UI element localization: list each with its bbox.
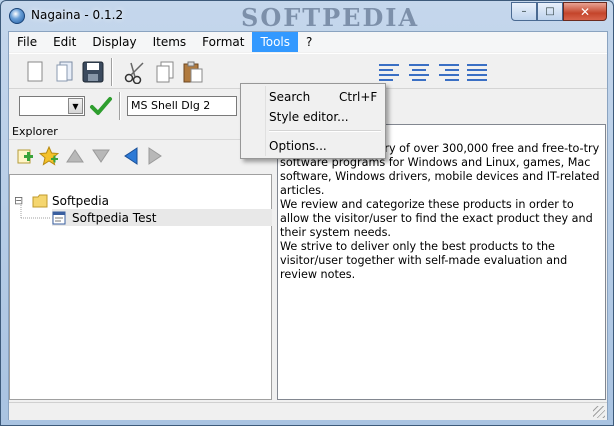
editor-line: We review and categorize these products …	[280, 198, 593, 239]
menu-item-shortcut: Ctrl+F	[339, 90, 378, 104]
forward-icon[interactable]	[145, 146, 165, 166]
menu-item-options[interactable]: Options...	[243, 136, 383, 156]
align-left-icon[interactable]	[377, 60, 401, 84]
back-icon[interactable]	[121, 146, 141, 166]
menu-format[interactable]: Format	[194, 32, 252, 52]
menu-tools[interactable]: Tools	[252, 32, 299, 52]
new-document-icon[interactable]	[23, 60, 47, 84]
align-right-icon[interactable]	[437, 60, 461, 84]
editor-line: We strive to deliver only the best produ…	[280, 240, 568, 281]
checkmark-icon[interactable]	[89, 94, 113, 118]
menu-edit[interactable]: Edit	[45, 32, 84, 52]
explorer-title: Explorer	[12, 125, 58, 138]
tools-menu: Search Ctrl+F Style editor... Options...	[240, 83, 386, 159]
style-combo[interactable]: ▼	[19, 96, 85, 116]
move-up-icon[interactable]	[65, 146, 85, 166]
explorer-tree[interactable]: ⊟ Softpedia Softpedia Test	[9, 174, 272, 400]
status-bar	[9, 402, 607, 420]
menu-item-label: Style editor...	[269, 110, 349, 124]
explorer-toolbar	[9, 141, 273, 171]
paste-icon[interactable]	[181, 60, 205, 84]
menu-item-search[interactable]: Search Ctrl+F	[243, 87, 383, 107]
tree-item-softpedia[interactable]: ⊟ Softpedia	[14, 192, 109, 209]
tree-item-label: Softpedia	[52, 193, 109, 208]
save-icon[interactable]	[81, 60, 105, 84]
add-item-icon[interactable]	[15, 146, 35, 166]
font-combo-value: MS Shell Dlg 2	[131, 99, 211, 112]
menu-help[interactable]: ?	[298, 32, 320, 52]
explorer-panel: Explorer 🗗 ✕	[9, 124, 273, 400]
favorite-icon[interactable]	[38, 145, 60, 166]
menu-bar: File Edit Display Items Format Tools ?	[9, 32, 607, 52]
window-title: Nagaina - 0.1.2	[31, 8, 124, 22]
align-center-icon[interactable]	[407, 60, 431, 84]
note-icon	[52, 211, 66, 225]
tree-item-label: Softpedia Test	[72, 210, 157, 225]
title-bar[interactable]: Nagaina - 0.1.2 SOFTPEDIA – □ ✕	[1, 1, 613, 32]
cut-icon[interactable]	[123, 60, 147, 85]
chevron-down-icon[interactable]: ▼	[68, 98, 83, 114]
softpedia-watermark: SOFTPEDIA	[241, 3, 420, 32]
folder-icon	[32, 194, 48, 208]
menu-separator	[269, 130, 381, 132]
resize-grip-icon[interactable]	[593, 406, 605, 418]
menu-display[interactable]: Display	[84, 32, 144, 52]
explorer-header: Explorer 🗗 ✕	[9, 124, 273, 140]
document-editor[interactable]: Softpedia Test Softpedia is a library of…	[277, 124, 606, 400]
toolbar-separator	[111, 58, 113, 86]
tree-item-softpedia-test[interactable]: Softpedia Test	[52, 209, 272, 226]
menu-item-label: Search	[269, 90, 311, 104]
menu-items[interactable]: Items	[145, 32, 195, 52]
caption-buttons: – □ ✕	[511, 2, 607, 21]
menu-item-label: Options...	[269, 139, 327, 153]
open-icon[interactable]	[53, 60, 77, 84]
app-logo-icon[interactable]	[9, 8, 25, 24]
font-combo[interactable]: MS Shell Dlg 2	[127, 96, 237, 116]
app-window: Nagaina - 0.1.2 SOFTPEDIA – □ ✕ File Edi…	[0, 0, 614, 426]
copy-icon[interactable]	[153, 60, 177, 84]
menu-item-style-editor[interactable]: Style editor...	[243, 107, 383, 127]
menu-file[interactable]: File	[9, 32, 45, 52]
justify-icon[interactable]	[465, 60, 489, 84]
maximize-button[interactable]: □	[537, 2, 563, 21]
minimize-button[interactable]: –	[511, 2, 537, 21]
client-area: File Edit Display Items Format Tools ? ▼…	[8, 31, 608, 420]
collapse-icon[interactable]: ⊟	[14, 194, 28, 207]
move-down-icon[interactable]	[91, 146, 111, 166]
close-button[interactable]: ✕	[563, 2, 607, 21]
toolbar-separator	[119, 92, 121, 120]
